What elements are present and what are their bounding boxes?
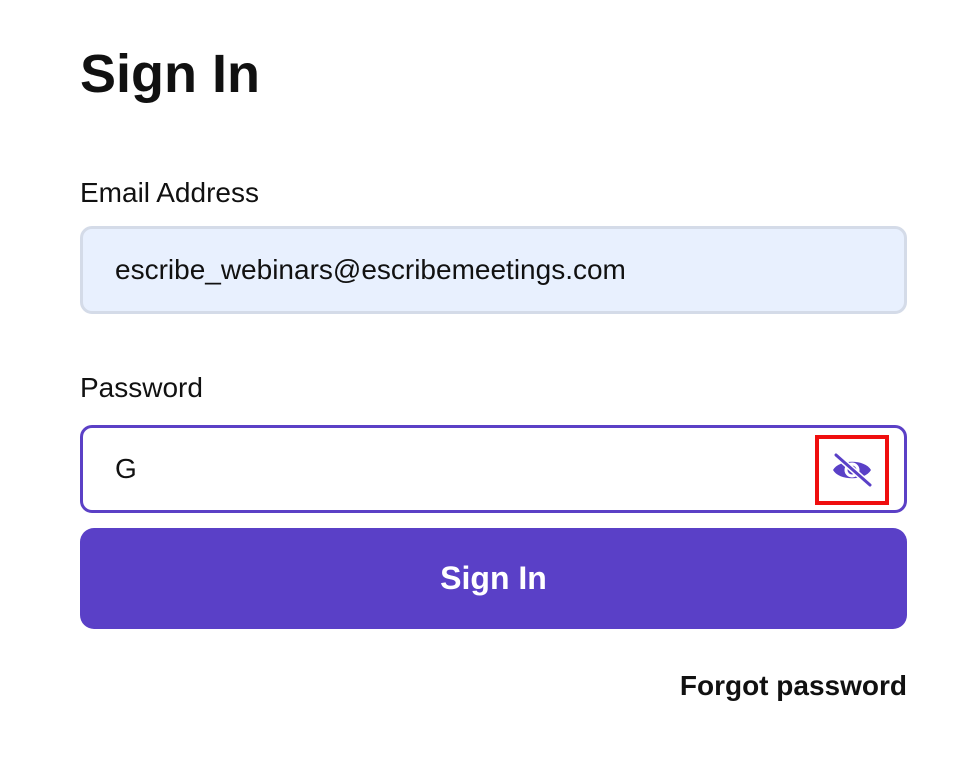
- password-value: G: [115, 453, 137, 484]
- page-title: Sign In: [80, 44, 260, 104]
- eye-slash-icon: [830, 453, 874, 487]
- password-label: Password: [80, 372, 203, 403]
- sign-in-page: Sign In Email Address escribe_webinars@e…: [0, 0, 965, 764]
- password-field[interactable]: G: [80, 425, 907, 513]
- email-field[interactable]: escribe_webinars@escribemeetings.com: [80, 226, 907, 314]
- forgot-password-link[interactable]: Forgot password: [680, 668, 907, 704]
- show-password-toggle[interactable]: [815, 435, 889, 505]
- email-value: escribe_webinars@escribemeetings.com: [115, 254, 626, 285]
- sign-in-button[interactable]: Sign In: [80, 528, 907, 629]
- email-label: Email Address: [80, 177, 259, 208]
